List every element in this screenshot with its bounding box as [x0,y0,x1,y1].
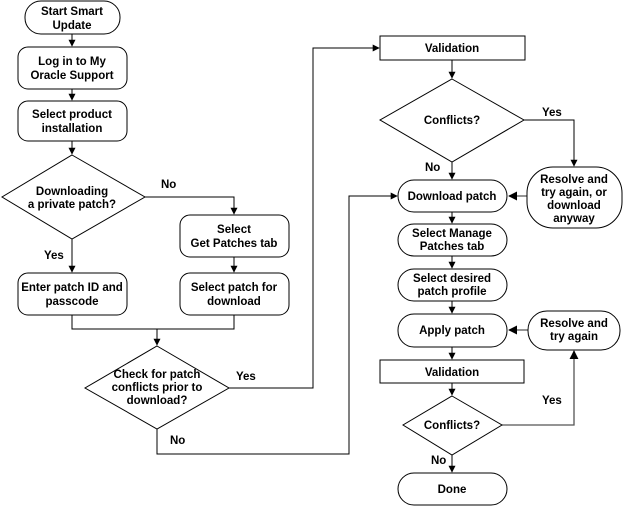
svg-text:Validation: Validation [425,43,479,55]
node-apply-patch: Apply patch [397,313,508,348]
node-text: Resolve and [540,174,608,186]
node-resolve-1: Resolve and try again, or download anyway [526,166,623,229]
node-text: anyway [553,213,595,225]
node-get-patches-tab: Select Get Patches tab [179,214,290,258]
svg-text:Validation: Validation [425,367,479,379]
node-start: Start Smart Update [24,0,121,35]
node-text: Conflicts? [424,420,480,432]
node-validation-2: Validation [379,359,525,384]
node-text: download? [127,395,188,407]
node-done: Done [397,472,508,506]
svg-text:Conflicts?: Conflicts? [424,420,480,432]
node-conflicts-2-decision: Conflicts? [402,395,503,456]
flowchart: Start Smart Update Log in to My Oracle Sup… [1,0,623,506]
node-text: Start Smart [41,6,103,18]
node-text: download [547,200,601,212]
svg-text:Done: Done [438,484,467,496]
node-text: conflicts prior to [112,382,203,394]
node-enter-patch: Enter patch ID and passcode [17,272,128,316]
edge-private-no [145,196,238,215]
edge-label-conflicts2-yes: Yes [542,395,562,407]
node-text: Download patch [408,191,497,203]
svg-text:Download patch: Download patch [408,191,497,203]
edge-label-private-yes: Yes [44,250,64,262]
node-text: Apply patch [419,325,485,337]
svg-text:Select desiredpatch profile: Select desired patch profile [413,273,491,298]
node-text: Log in to My [38,56,106,68]
edge-label-check-yes: Yes [236,371,256,383]
node-text: try again [550,331,598,343]
node-download-patch: Download patch [397,179,508,213]
node-text: Select Manage [412,228,492,240]
node-text: Downloading [36,186,108,198]
node-text: Select [217,224,251,236]
edge-label-check-no: No [170,435,185,447]
edge-label-conflicts2-no: No [431,455,446,467]
node-text: Resolve and [540,318,608,330]
node-conflicts-1-decision: Conflicts? [378,78,526,163]
node-text: try again, or [541,187,607,199]
svg-text:Resolve andtry again: Resolve and try again [540,318,608,343]
svg-text:Select ManagePatches tab: Select Manage Patches tab [412,228,492,253]
node-text: download [207,296,261,308]
edge-label-private-no: No [161,179,176,191]
node-text: Select desired [413,273,491,285]
node-text: Enter patch ID and [21,282,123,294]
node-text: Patches tab [420,241,485,253]
node-private-patch-decision: Downloading a private patch? [1,154,147,240]
node-login: Log in to My Oracle Support [17,46,128,90]
node-resolve-2: Resolve and try again [527,310,621,351]
svg-text:Conflicts?: Conflicts? [424,115,480,127]
node-select-patch: Select patch for download [179,272,290,316]
node-text: Done [438,484,467,496]
node-check-conflicts-decision: Check for patch conflicts prior to downloa… [83,345,231,430]
node-text: passcode [45,296,98,308]
edge-merge [71,315,235,330]
node-text: Select product [32,109,112,121]
node-text: installation [42,123,103,135]
node-validation-1: Validation [379,35,526,61]
node-text: Validation [425,367,479,379]
node-text: Check for patch [114,369,201,381]
node-text: Update [53,20,92,32]
edge-label-conflicts1-yes: Yes [542,107,562,119]
edge-conflicts1-yes [524,119,578,167]
node-text: patch profile [417,286,486,298]
node-select-product: Select product installation [17,100,128,142]
node-text: Validation [425,43,479,55]
node-text: Conflicts? [424,115,480,127]
node-text: a private patch? [28,199,116,211]
node-text: Get Patches tab [191,238,278,250]
node-text: Oracle Support [30,70,113,82]
node-patch-profile: Select desired patch profile [397,268,508,302]
svg-text:Downloadinga private patch?: Downloading a private patch? [28,186,116,211]
node-text: Select patch for [191,282,278,294]
edge-label-conflicts1-no: No [425,162,440,174]
node-manage-patches: Select Manage Patches tab [397,223,508,257]
svg-text:Apply patch: Apply patch [419,325,485,337]
